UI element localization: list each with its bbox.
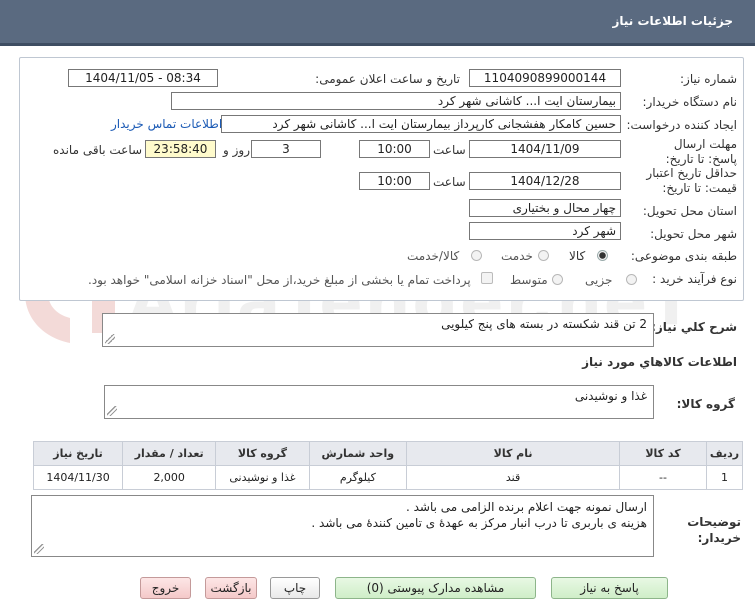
- price-validity-label: حداقل تاریخ اعتبار قیمت: تا تاریخ:: [625, 166, 737, 196]
- process-radio-medium[interactable]: [552, 274, 563, 285]
- buyer-contact-link[interactable]: اطلاعات تماس خریدار: [111, 117, 222, 131]
- cell-goods-name: قند: [406, 465, 621, 490]
- deadline-date-field: 1404/11/09: [469, 140, 621, 158]
- announce-datetime-field: 1404/11/05 - 08:34: [68, 69, 218, 87]
- province-field: چهار محال و بختیاری: [469, 199, 621, 217]
- summary-text: 2 تن قند شکسته در بسته های پنج کیلویی: [441, 317, 647, 331]
- city-label: شهر محل تحویل:: [650, 227, 737, 241]
- col-row-number: ردیف: [705, 441, 744, 466]
- resize-handle[interactable]: [34, 544, 44, 554]
- buyer-notes-line-2: هزینه ی باربری تا درب انبار مرکز به عهده…: [311, 516, 647, 530]
- remaining-days-field: 3: [251, 140, 321, 158]
- col-goods-name: نام کالا: [406, 441, 621, 466]
- announce-datetime-label: تاریخ و ساعت اعلان عمومی:: [315, 72, 460, 86]
- table-header-row: ردیف کد کالا نام کالا واحد شمارش گروه کا…: [32, 441, 744, 466]
- buyer-org-field: بیمارستان ایت ا... کاشانی شهر کرد: [171, 92, 621, 110]
- creator-label: ایجاد کننده درخواست:: [626, 118, 737, 132]
- buyer-notes-label: توضیحات خریدار:: [681, 514, 741, 546]
- exit-button[interactable]: خروج: [140, 577, 191, 599]
- buyer-notes-line-1: ارسال نمونه جهت اعلام برنده الزامی می با…: [406, 500, 647, 514]
- province-label: استان محل تحویل:: [642, 204, 737, 218]
- deadline-label-text: مهلت ارسال پاسخ: تا تاریخ:: [665, 137, 737, 166]
- view-attachments-button[interactable]: مشاهده مدارک پیوستی (0): [335, 577, 536, 599]
- cell-need-date: 1404/11/30: [32, 465, 124, 490]
- reply-button[interactable]: پاسخ به نیاز: [551, 577, 668, 599]
- summary-label: شرح کلي نیاز:: [651, 320, 737, 334]
- need-number-label: شماره نیاز:: [680, 72, 737, 86]
- validity-date-field: 1404/12/28: [469, 172, 621, 190]
- goods-group-field: غذا و نوشیدنی: [104, 385, 654, 419]
- category-option-goods-service: کالا/خدمت: [407, 249, 460, 263]
- col-goods-group: گروه کالا: [215, 441, 310, 466]
- back-button[interactable]: بازگشت: [205, 577, 257, 599]
- goods-table: ردیف کد کالا نام کالا واحد شمارش گروه کا…: [32, 441, 744, 490]
- page-header: جزئیات اطلاعات نیاز: [0, 0, 755, 46]
- resize-handle[interactable]: [105, 334, 115, 344]
- goods-info-title: اطلاعات كالاهاي مورد نیاز: [582, 355, 737, 369]
- goods-group-label: گروه کالا:: [676, 397, 735, 411]
- process-radio-minor[interactable]: [626, 274, 637, 285]
- creator-field: حسین کامکار هفشجانی کارپرداز بیمارستان ا…: [221, 115, 621, 133]
- col-goods-code: کد کالا: [619, 441, 707, 466]
- category-label: طبقه بندی موضوعی:: [630, 249, 737, 263]
- cell-row-number: 1: [705, 465, 744, 490]
- deadline-time-field: 10:00: [359, 140, 430, 158]
- cell-goods-group: غذا و نوشیدنی: [215, 465, 310, 490]
- buyer-org-label: نام دستگاه خریدار:: [642, 95, 738, 109]
- cell-quantity: 2,000: [122, 465, 217, 490]
- category-option-goods: کالا: [569, 249, 586, 263]
- goods-group-text: غذا و نوشیدنی: [574, 389, 647, 403]
- deadline-time-label: ساعت: [433, 143, 466, 157]
- buyer-notes-label-text: توضیحات خریدار:: [687, 515, 741, 545]
- category-radio-goods[interactable]: [597, 250, 608, 261]
- deadline-label: مهلت ارسال پاسخ: تا تاریخ:: [649, 137, 737, 167]
- col-unit: واحد شمارش: [308, 441, 408, 466]
- page-title: جزئیات اطلاعات نیاز: [612, 14, 733, 28]
- category-option-service: خدمت: [501, 249, 533, 263]
- col-need-date: تاریخ نیاز: [32, 441, 124, 466]
- days-label: روز و: [223, 143, 250, 157]
- cell-goods-code: --: [619, 465, 707, 490]
- category-radio-goods-service[interactable]: [471, 250, 482, 261]
- remaining-time-field: 23:58:40: [145, 140, 216, 158]
- col-quantity: تعداد / مقدار: [122, 441, 217, 466]
- islamic-treasury-checkbox[interactable]: [481, 272, 493, 284]
- city-field: شهر کرد: [469, 222, 621, 240]
- process-option-medium: متوسط: [510, 273, 548, 287]
- resize-handle[interactable]: [107, 406, 117, 416]
- price-validity-label-text: حداقل تاریخ اعتبار قیمت: تا تاریخ:: [646, 166, 737, 195]
- validity-time-field: 10:00: [359, 172, 430, 190]
- buyer-notes-field: ارسال نمونه جهت اعلام برنده الزامی می با…: [31, 495, 654, 557]
- category-radio-service[interactable]: [538, 250, 549, 261]
- print-button[interactable]: چاپ: [270, 577, 320, 599]
- process-type-label: نوع فرآیند خرید :: [652, 272, 737, 286]
- remaining-time-label: ساعت باقی مانده: [53, 143, 143, 157]
- validity-time-label: ساعت: [433, 175, 466, 189]
- cell-unit: کیلوگرم: [308, 465, 408, 490]
- islamic-treasury-note: پرداخت تمام یا بخشی از مبلغ خرید،از محل …: [88, 273, 471, 287]
- table-row: 1 -- قند کیلوگرم غذا و نوشیدنی 2,000 140…: [32, 465, 744, 490]
- summary-field: 2 تن قند شکسته در بسته های پنج کیلویی: [102, 313, 654, 347]
- process-option-minor: جزیی: [585, 273, 613, 287]
- need-number-field: 1104090899000144: [469, 69, 621, 87]
